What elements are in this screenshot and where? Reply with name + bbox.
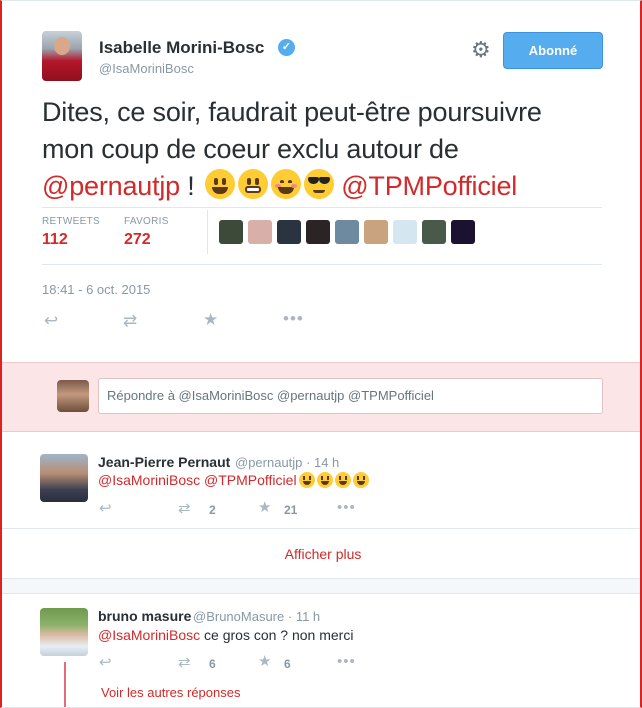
- smile-emoji-icon: [298, 472, 315, 488]
- reply-author-name[interactable]: Jean-Pierre Pernaut: [98, 454, 230, 470]
- retweets-count[interactable]: 112: [42, 231, 68, 249]
- favoris-count[interactable]: 272: [124, 231, 151, 249]
- blush-emoji-icon: [270, 169, 301, 199]
- more-icon[interactable]: •••: [283, 310, 304, 328]
- reply-handle[interactable]: @BrunoMasure · 11 h: [193, 609, 320, 624]
- favorite-icon[interactable]: ★: [258, 654, 271, 670]
- retweet-icon[interactable]: ⇄: [178, 501, 191, 517]
- divider: [42, 207, 602, 208]
- favorite-count: 21: [284, 503, 298, 517]
- reply-text: @IsaMoriniBosc ce gros con ? non merci: [98, 627, 353, 643]
- retweet-icon[interactable]: ⇄: [178, 655, 191, 671]
- retweets-label: RETWEETS: [42, 216, 100, 227]
- mention-link[interactable]: @IsaMoriniBosc: [98, 627, 200, 643]
- tweet-separator: !: [180, 171, 202, 201]
- favorite-icon[interactable]: ★: [203, 311, 218, 329]
- divider: [42, 264, 602, 265]
- sunglasses-emoji-icon: [303, 169, 334, 199]
- reply-icon[interactable]: ↩: [44, 312, 58, 330]
- tweet-line-1: Dites, ce soir, faudrait peut-être pours…: [42, 97, 542, 127]
- reply-icon[interactable]: ↩: [99, 655, 112, 671]
- favoriter-avatar[interactable]: [393, 220, 417, 244]
- reply-time[interactable]: · 11 h: [288, 609, 320, 624]
- mention-link[interactable]: @pernautjp: [42, 171, 180, 201]
- author-avatar[interactable]: [42, 31, 82, 81]
- tweet-detail-panel: Isabelle Morini-Bosc ✓ @IsaMoriniBosc ⚙ …: [0, 0, 642, 708]
- current-user-avatar: [57, 380, 89, 412]
- favoriter-avatar[interactable]: [306, 220, 330, 244]
- tweet-line-3: @pernautjp ! @TPMPofficiel: [42, 168, 602, 205]
- favoriter-avatar[interactable]: [422, 220, 446, 244]
- favoriter-avatar[interactable]: [277, 220, 301, 244]
- reply-body: ce gros con ? non merci: [200, 627, 354, 643]
- reply-avatar[interactable]: [40, 454, 88, 502]
- divider: [2, 528, 640, 529]
- reply-author-name[interactable]: bruno masure: [98, 608, 191, 624]
- show-more-link[interactable]: Afficher plus: [2, 546, 640, 562]
- thread-line: [64, 662, 66, 707]
- more-icon[interactable]: •••: [337, 654, 356, 670]
- favoriter-avatar[interactable]: [219, 220, 243, 244]
- favoriter-avatar[interactable]: [451, 220, 475, 244]
- favoriter-avatar[interactable]: [248, 220, 272, 244]
- grin-emoji-icon: [237, 169, 268, 199]
- retweet-count: 6: [209, 657, 216, 671]
- more-icon[interactable]: •••: [337, 500, 356, 516]
- favoriter-avatar[interactable]: [335, 220, 359, 244]
- reply-handle[interactable]: @pernautjp · 14 h: [235, 455, 339, 470]
- reply-icon[interactable]: ↩: [99, 501, 112, 517]
- favoriters-avatars: [219, 220, 475, 244]
- tweet-line-2: mon coup de coeur exclu autour de: [42, 134, 459, 164]
- author-handle[interactable]: @IsaMoriniBosc: [99, 61, 194, 76]
- favoris-label: FAVORIS: [124, 216, 169, 227]
- divider: [207, 210, 208, 254]
- favorite-icon[interactable]: ★: [258, 500, 271, 516]
- reply-time[interactable]: · 14 h: [306, 455, 339, 470]
- thread-gap: [2, 578, 640, 594]
- reply-input[interactable]: Répondre à @IsaMoriniBosc @pernautjp @TP…: [98, 378, 603, 414]
- follow-button[interactable]: Abonné: [503, 32, 603, 69]
- favorite-count: 6: [284, 657, 291, 671]
- retweet-icon[interactable]: ⇄: [123, 312, 137, 330]
- smile-emoji-icon: [316, 472, 333, 488]
- retweet-count: 2: [209, 503, 216, 517]
- tweet-timestamp[interactable]: 18:41 - 6 oct. 2015: [42, 282, 150, 297]
- mention-link[interactable]: @IsaMoriniBosc @TPMPofficiel: [98, 472, 297, 488]
- smile-emoji-icon: [334, 472, 351, 488]
- verified-icon: ✓: [278, 39, 295, 56]
- tweet-text: Dites, ce soir, faudrait peut-être pours…: [42, 94, 602, 205]
- see-other-replies-link[interactable]: Voir les autres réponses: [101, 685, 240, 700]
- smile-emoji-icon: [204, 169, 235, 199]
- author-name[interactable]: Isabelle Morini-Bosc: [99, 38, 264, 58]
- reply-avatar[interactable]: [40, 608, 88, 656]
- smile-emoji-icon: [352, 472, 369, 488]
- mention-link[interactable]: @TPMPofficiel: [341, 171, 517, 201]
- reply-text: @IsaMoriniBosc @TPMPofficiel: [98, 472, 369, 488]
- gear-icon[interactable]: ⚙: [471, 39, 491, 61]
- favoriter-avatar[interactable]: [364, 220, 388, 244]
